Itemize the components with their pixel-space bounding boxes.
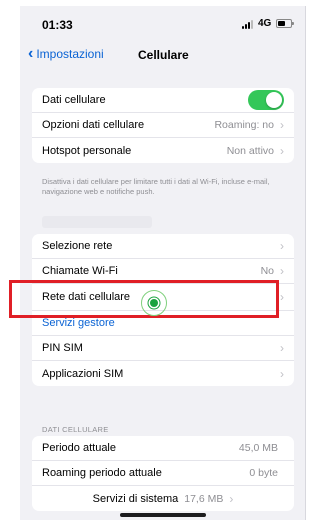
hotspot-value: Non attivo: [226, 144, 274, 157]
chevron-right-icon: ›: [229, 491, 234, 506]
wifi-calling-label: Chiamate Wi-Fi: [42, 265, 118, 277]
cellular-data-toggle[interactable]: [248, 90, 284, 110]
section-header-cellular-data: DATI CELLULARE: [42, 425, 109, 434]
chevron-right-icon: ›: [280, 366, 284, 381]
carrier-services-link: Servizi gestore: [42, 317, 115, 329]
hotspot-label: Hotspot personale: [42, 144, 132, 157]
cellular-data-label: Dati cellulare: [42, 94, 106, 106]
battery-icon: [276, 19, 294, 28]
chevron-right-icon: ›: [280, 290, 284, 304]
sim-pin-label: PIN SIM: [42, 342, 83, 354]
sim-applications-label: Applicazioni SIM: [42, 367, 124, 380]
chevron-right-icon: ›: [280, 239, 284, 253]
chevron-right-icon: ›: [280, 118, 284, 132]
roaming-period-value: 0 byte: [249, 467, 278, 479]
row-current-period: Periodo attuale 45,0 MB: [32, 436, 294, 461]
home-indicator: [120, 513, 206, 517]
page-title: Cellulare: [138, 48, 189, 62]
signal-icon: [242, 20, 256, 29]
row-roaming-period: Roaming periodo attuale 0 byte: [32, 461, 294, 486]
back-button[interactable]: ‹ Impostazioni: [28, 45, 104, 62]
cellular-options-label: Opzioni dati cellulare: [42, 119, 145, 131]
row-cellular-options[interactable]: Opzioni dati cellulare Roaming: no ›: [32, 113, 294, 138]
chevron-right-icon: ›: [280, 143, 284, 158]
network-type: 4G: [258, 18, 272, 29]
row-sim-pin[interactable]: PIN SIM ›: [32, 336, 294, 361]
row-sim-applications[interactable]: Applicazioni SIM ›: [32, 361, 294, 386]
row-hotspot[interactable]: Hotspot personale Non attivo ›: [32, 138, 294, 163]
system-services-label: Servizi di sistema: [92, 492, 179, 505]
cellular-options-value: Roaming: no: [214, 119, 274, 131]
navigation-bar: ‹ Impostazioni Cellulare: [20, 40, 305, 68]
tap-dot-icon: [150, 299, 158, 307]
data-usage-group: Periodo attuale 45,0 MB Roaming periodo …: [32, 436, 294, 511]
system-services-value: 17,6 MB: [184, 492, 224, 505]
row-network-selection[interactable]: Selezione rete ›: [32, 234, 294, 259]
chevron-right-icon: ›: [280, 341, 284, 355]
current-period-value: 45,0 MB: [238, 442, 278, 454]
row-cellular-data: Dati cellulare: [32, 88, 294, 113]
current-period-label: Periodo attuale: [42, 442, 116, 454]
back-label: Impostazioni: [36, 47, 104, 61]
roaming-period-label: Roaming periodo attuale: [42, 467, 162, 479]
cellular-footnote: Disattiva i dati cellulare per limitare …: [42, 177, 270, 196]
chevron-left-icon: ‹: [28, 45, 34, 62]
status-bar: 01:33 4G: [20, 6, 305, 40]
phone-screen: 01:33 4G ‹ Impostazioni Cellulare Dati c…: [20, 6, 306, 520]
row-system-services[interactable]: Servizi di sistema 17,6 MB ›: [32, 486, 294, 511]
status-time: 01:33: [42, 18, 73, 32]
blurred-area: [42, 216, 152, 228]
cellular-group: Dati cellulare Opzioni dati cellulare Ro…: [32, 88, 294, 163]
chevron-right-icon: ›: [280, 264, 284, 278]
wifi-calling-value: No: [260, 265, 274, 277]
network-selection-label: Selezione rete: [42, 240, 113, 252]
